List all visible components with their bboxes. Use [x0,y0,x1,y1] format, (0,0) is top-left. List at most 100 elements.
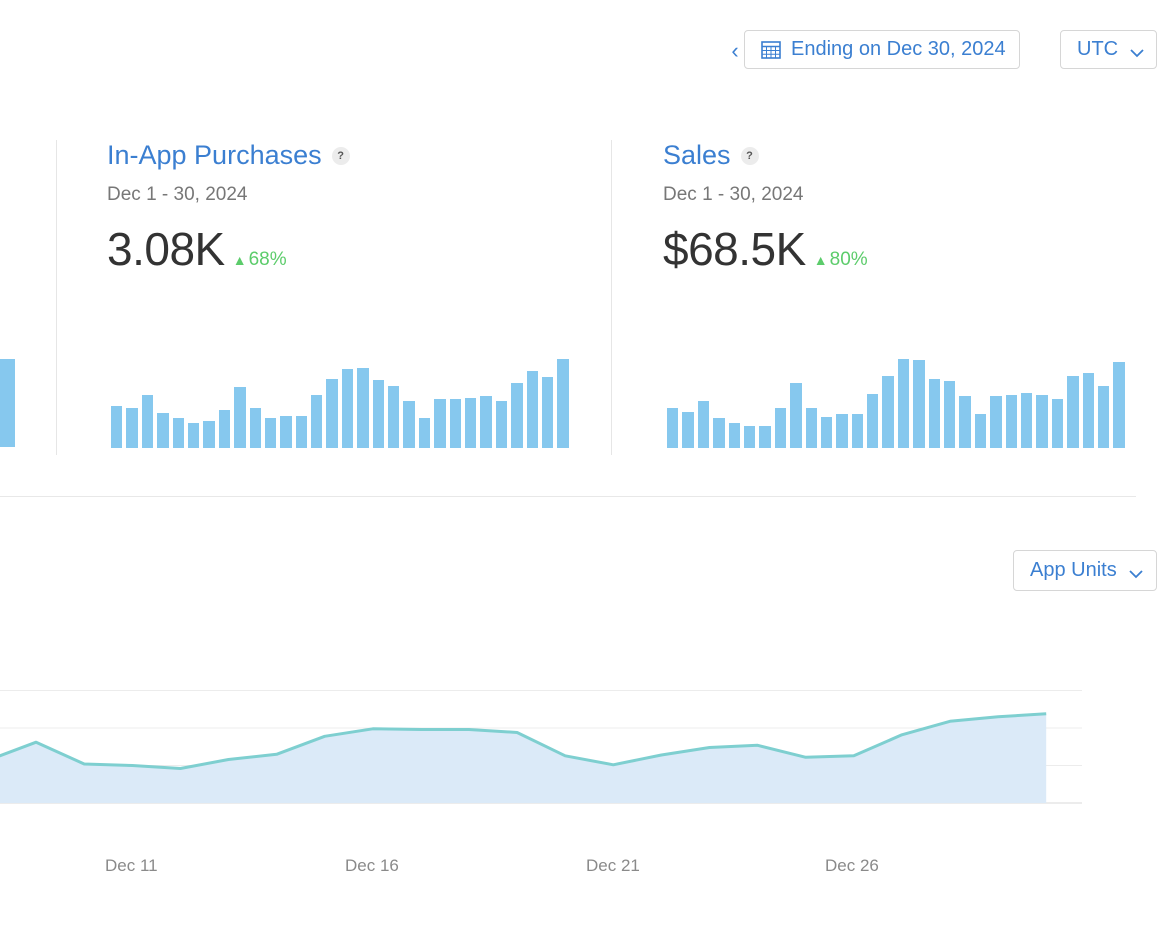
spark-bar [311,395,323,448]
spark-bar [464,398,477,448]
metric-dropdown[interactable]: App Units [1013,550,1157,591]
panel-divider [611,140,612,455]
spark-bar [867,394,879,448]
spark-bar [1036,395,1048,448]
date-range-button[interactable]: Ending on Dec 30, 2024 [744,30,1020,69]
spark-bar [820,417,833,448]
spark-bar [913,360,925,448]
spark-bar [218,410,231,448]
spark-bar [357,368,369,448]
spark-bar [295,416,308,448]
spark-bar [959,396,971,448]
spark-bar [759,426,771,448]
spark-bar [774,408,787,448]
panel-delta-value: 80% [829,249,868,270]
panel-title: Sales [663,140,731,170]
x-tick-label: Dec 26 [825,856,879,875]
section-divider [0,496,1136,497]
spark-bar [449,399,461,448]
spark-bar [882,376,894,448]
spark-bar [264,418,277,448]
spark-bar [326,379,338,448]
chevron-down-icon [1129,566,1143,578]
calendar-icon [761,40,781,59]
spark-bar [111,406,123,448]
spark-bar [713,418,725,448]
spark-bar [697,401,710,448]
spark-bar [1067,376,1079,448]
spark-bar [1113,362,1125,448]
timezone-dropdown[interactable]: UTC [1060,30,1157,69]
x-tick-label: Dec 16 [345,856,399,875]
spark-bar [418,418,431,448]
panel-title: In-App Purchases [107,140,322,170]
up-triangle-icon: ▲ [232,252,247,268]
spark-bar [203,421,215,448]
spark-bar [280,416,292,448]
spark-bar [790,383,802,448]
spark-bar [1051,399,1064,448]
spark-bar [728,423,740,448]
sales-panel: Sales ? Dec 1 - 30, 2024 $68.5K ▲ 80% [663,140,1133,276]
spark-bar [1020,393,1033,448]
spark-bar [667,408,679,448]
spark-bar [372,380,385,448]
metric-label: App Units [1030,559,1117,581]
in-app-purchases-sparkbars [111,359,573,448]
x-tick-label: Dec 21 [586,856,640,875]
spark-bar [974,414,987,448]
spark-bar [836,414,848,448]
panel-value: 3.08K [107,223,225,275]
panel-delta: ▲ 80% [814,249,868,271]
spark-bar [851,414,864,448]
spark-bar [944,381,956,448]
left-panel-partial-bar [0,359,15,447]
spark-bar [928,379,941,448]
panel-title-link[interactable]: In-App Purchases ? [107,140,577,171]
spark-bar [187,423,200,448]
panel-date-range: Dec 1 - 30, 2024 [663,184,804,205]
spark-bar [157,413,169,448]
spark-bar [557,359,569,448]
spark-bar [141,395,154,448]
area-fill [0,713,1047,803]
spark-bar [234,387,246,448]
spark-bar [526,371,538,448]
sales-sparkbars [667,359,1129,448]
spark-bar [172,418,184,448]
panel-title-link[interactable]: Sales ? [663,140,1133,171]
panel-delta-value: 68% [248,249,287,270]
spark-bar [541,377,554,448]
spark-bar [743,426,756,448]
timezone-label: UTC [1077,38,1119,60]
previous-period-button[interactable]: ‹ [726,38,744,66]
spark-bar [434,399,446,448]
spark-bar [897,359,910,448]
x-tick-label: Dec 11 [105,856,158,875]
up-triangle-icon: ▲ [813,252,828,268]
spark-bar [990,396,1002,448]
panel-divider [56,140,57,455]
spark-bar [805,408,817,448]
in-app-purchases-panel: In-App Purchases ? Dec 1 - 30, 2024 3.08… [107,140,577,276]
date-range-label: Ending on Dec 30, 2024 [791,38,1006,60]
spark-bar [511,383,523,448]
spark-bar [495,401,508,448]
help-icon[interactable]: ? [740,146,759,165]
spark-bar [1097,386,1110,448]
panel-value: $68.5K [663,223,806,275]
spark-bar [1005,395,1017,448]
spark-bar [480,396,492,448]
spark-bar [249,408,261,448]
spark-bar [126,408,138,448]
panel-date-range: Dec 1 - 30, 2024 [107,184,248,205]
spark-bar [388,386,400,448]
spark-bar [403,401,415,448]
spark-bar [682,412,694,448]
spark-bar [1082,373,1094,448]
panel-delta: ▲ 68% [233,249,287,271]
spark-bar [341,369,354,448]
help-icon[interactable]: ? [331,146,350,165]
app-units-chart [0,690,1082,804]
chevron-down-icon [1130,45,1144,57]
